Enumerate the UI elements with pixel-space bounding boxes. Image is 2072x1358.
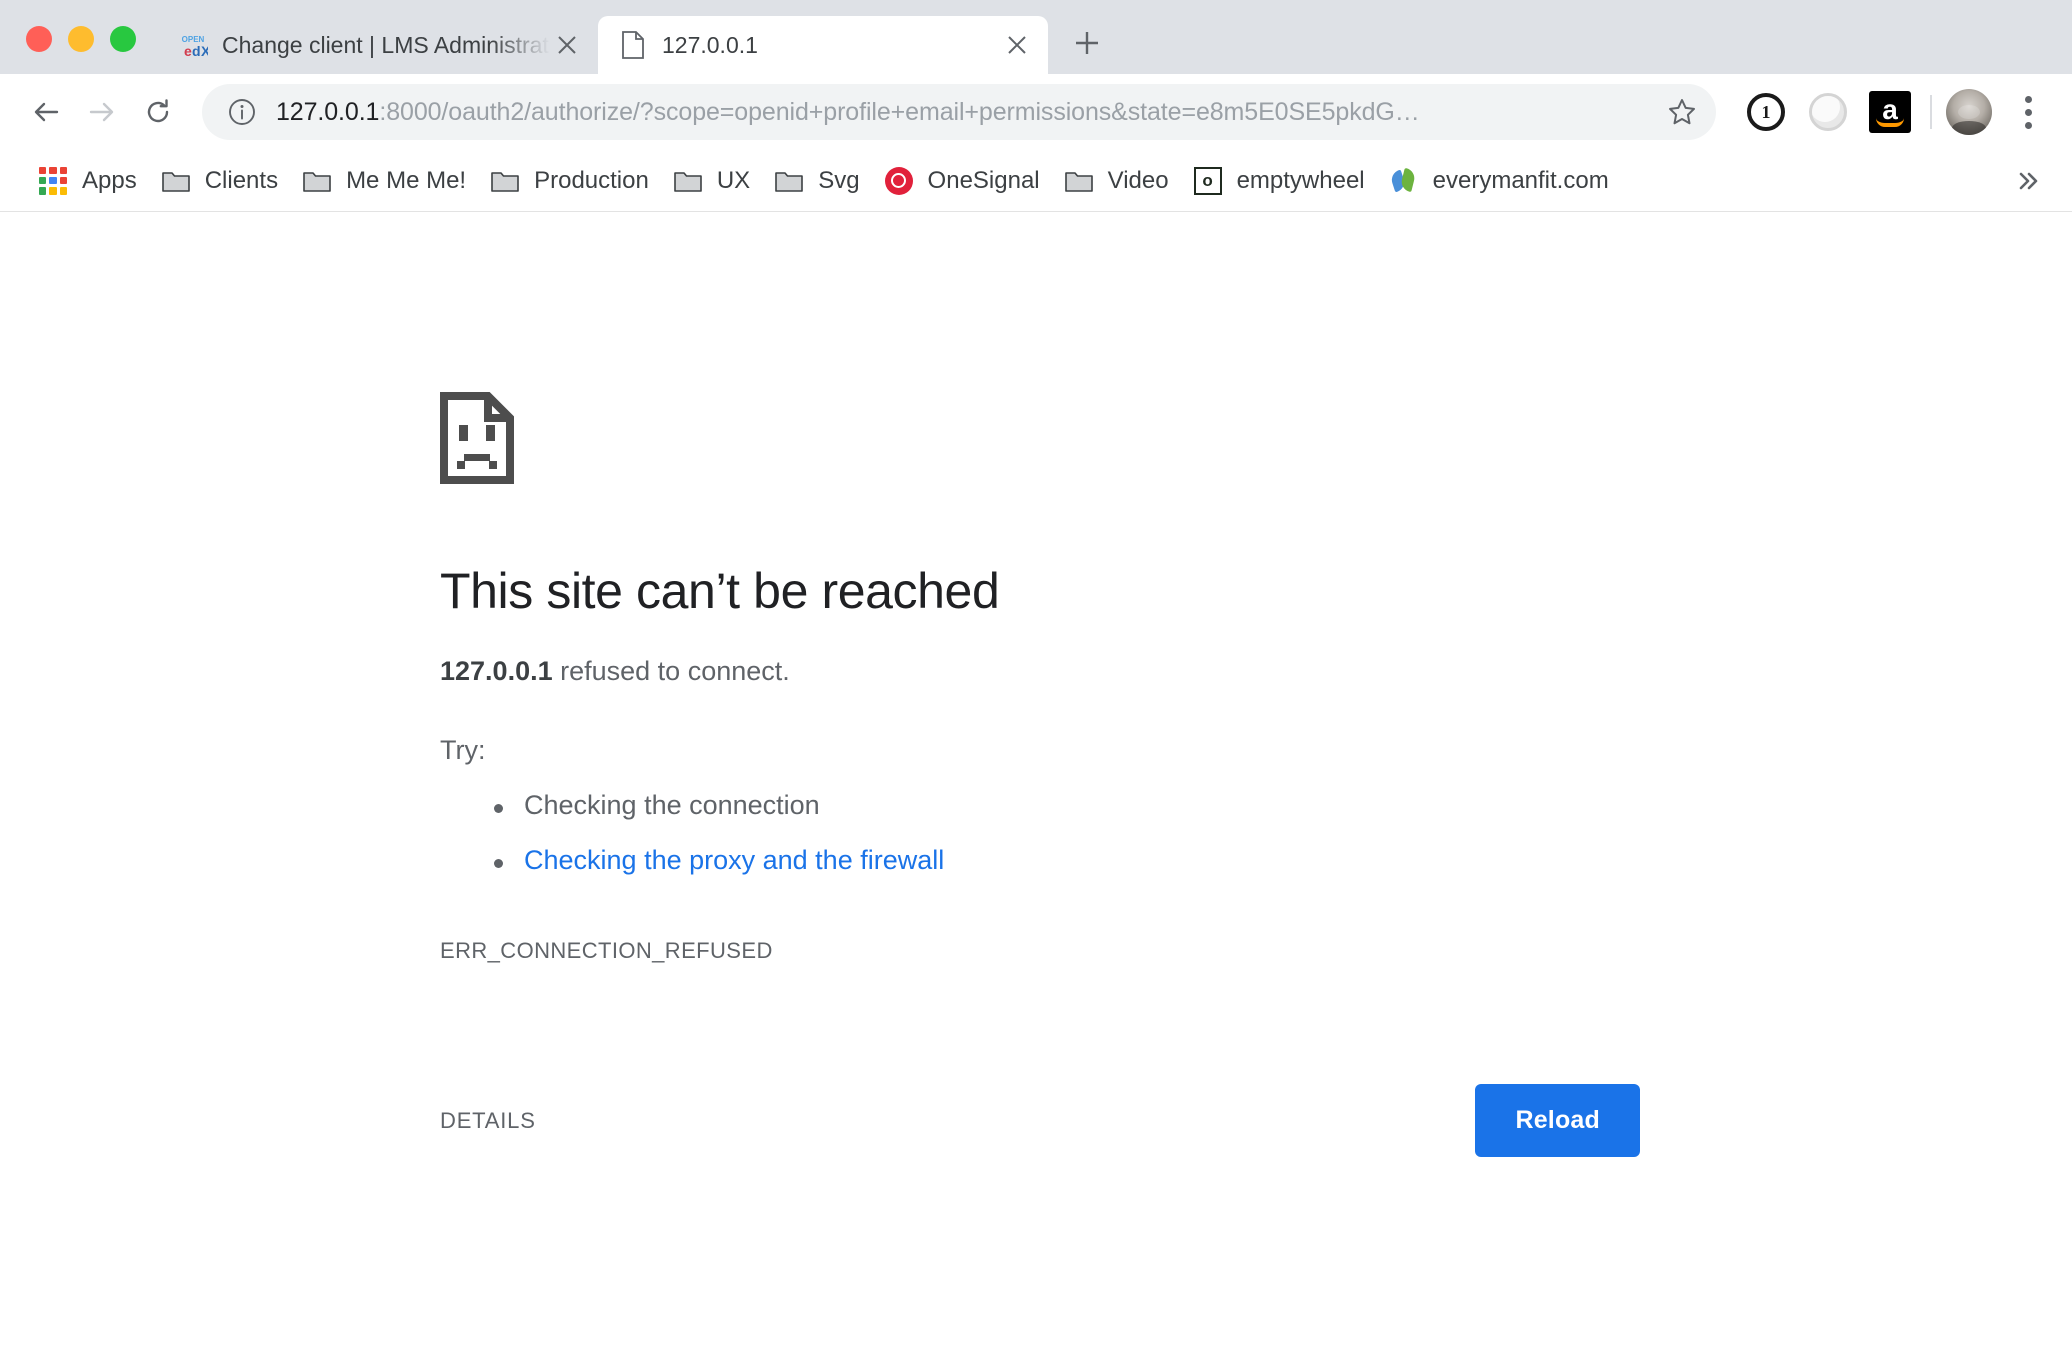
tab-title: 127.0.0.1 [662, 31, 758, 58]
bookmark-ux[interactable]: UX [661, 158, 762, 204]
folder-icon [1064, 166, 1094, 196]
close-tab-button[interactable] [550, 28, 584, 62]
svg-text:e: e [184, 43, 192, 59]
bookmark-star-icon[interactable] [1654, 84, 1710, 140]
error-subtitle: 127.0.0.1 refused to connect. [440, 656, 1640, 687]
bookmark-label: UX [716, 166, 751, 194]
emptywheel-icon: o [1193, 166, 1223, 196]
close-window-button[interactable] [26, 26, 52, 52]
suggestion-list: Checking the connection Checking the pro… [440, 790, 1640, 876]
new-tab-button[interactable] [1064, 20, 1110, 66]
browser-menu-button[interactable] [2002, 86, 2054, 138]
error-page: This site can’t be reached 127.0.0.1 ref… [0, 212, 2072, 1358]
forward-button[interactable] [74, 84, 130, 140]
bookmark-video[interactable]: Video [1052, 158, 1181, 204]
bookmark-svg[interactable]: Svg [762, 158, 871, 204]
1password-glyph: 1 [1761, 102, 1771, 122]
apps-grid-icon [38, 166, 68, 196]
tab-127-0-0-1[interactable]: 127.0.0.1 [598, 16, 1048, 74]
bookmark-apps[interactable]: Apps [26, 158, 149, 204]
svg-text:d: d [192, 43, 201, 59]
bookmarks-overflow-button[interactable] [2006, 159, 2050, 203]
folder-icon [490, 166, 520, 196]
amazon-icon[interactable]: a [1864, 86, 1916, 138]
bookmark-clients[interactable]: Clients [149, 158, 290, 204]
url-path: :8000/oauth2/authorize/?scope=openid+pro… [379, 97, 1420, 126]
tab-title: Change client | LMS Administration [222, 31, 550, 58]
bookmark-label: Video [1107, 166, 1169, 194]
page-title: This site can’t be reached [440, 563, 1000, 619]
folder-icon [673, 166, 703, 196]
error-subtitle-rest: refused to connect. [552, 656, 790, 686]
bookmark-emptywheel[interactable]: o emptywheel [1181, 158, 1377, 204]
back-button[interactable] [18, 84, 74, 140]
blank-document-favicon [618, 30, 648, 60]
reload-page-button[interactable]: Reload [1475, 1084, 1640, 1157]
extension-circle-icon[interactable] [1802, 86, 1854, 138]
bookmark-label: OneSignal [927, 166, 1040, 194]
reload-button[interactable] [130, 84, 186, 140]
bookmark-label: Production [534, 166, 649, 194]
bookmark-everymanfit[interactable]: everymanfit.com [1377, 158, 1621, 204]
bookmark-label: everymanfit.com [1432, 166, 1609, 194]
folder-icon [302, 166, 332, 196]
folder-icon [161, 166, 191, 196]
tab-lms-administration[interactable]: OPEN e d X Change client | LMS Administr… [158, 16, 598, 74]
details-button[interactable]: DETAILS [440, 1098, 536, 1144]
bookmark-production[interactable]: Production [478, 158, 661, 204]
openedx-favicon: OPEN e d X [178, 30, 208, 60]
site-info-icon[interactable] [226, 96, 258, 128]
1password-icon[interactable]: 1 [1740, 86, 1792, 138]
bookmark-label: Apps [82, 166, 137, 194]
sad-page-icon [440, 392, 514, 484]
amazon-smile [1876, 118, 1904, 127]
minimize-window-button[interactable] [68, 26, 94, 52]
everymanfit-icon [1388, 166, 1419, 196]
tab-list: OPEN e d X Change client | LMS Administr… [158, 0, 1110, 74]
error-actions: DETAILS Reload [440, 1084, 1640, 1157]
error-code: ERR_CONNECTION_REFUSED [440, 938, 773, 963]
try-label: Try: [440, 735, 486, 765]
url-host: 127.0.0.1 [276, 97, 380, 126]
folder-icon [774, 166, 804, 196]
url-text[interactable]: 127.0.0.1:8000/oauth2/authorize/?scope=o… [276, 98, 1654, 127]
avatar[interactable] [1946, 89, 1992, 135]
proxy-firewall-link[interactable]: Checking the proxy and the firewall [488, 845, 1640, 876]
svg-text:X: X [201, 43, 208, 59]
bookmark-label: Svg [818, 166, 860, 194]
bookmark-onesignal[interactable]: OneSignal [872, 158, 1052, 204]
close-tab-button[interactable] [1000, 28, 1034, 62]
onesignal-icon [884, 166, 914, 196]
bookmark-label: emptywheel [1236, 166, 1365, 194]
zoom-window-button[interactable] [110, 26, 136, 52]
address-bar[interactable]: 127.0.0.1:8000/oauth2/authorize/?scope=o… [202, 84, 1716, 140]
bookmark-me-me-me[interactable]: Me Me Me! [290, 158, 478, 204]
list-item: Checking the connection [488, 790, 1640, 821]
error-host: 127.0.0.1 [440, 656, 553, 686]
tab-strip: OPEN e d X Change client | LMS Administr… [0, 0, 2072, 74]
window-controls [0, 26, 136, 74]
browser-toolbar: 127.0.0.1:8000/oauth2/authorize/?scope=o… [0, 74, 2072, 150]
bookmark-label: Clients [204, 166, 279, 194]
bookmark-label: Me Me Me! [346, 166, 467, 194]
toolbar-divider [1930, 95, 1932, 129]
bookmarks-bar: Apps Clients Me Me Me! Production UX Svg [0, 150, 2072, 212]
